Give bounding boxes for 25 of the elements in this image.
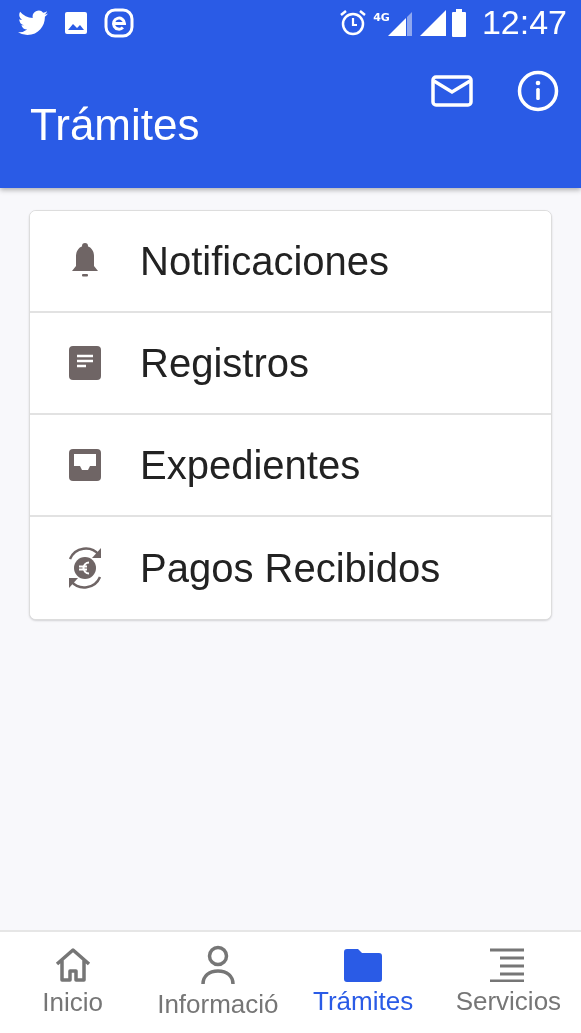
folder-icon bbox=[344, 948, 383, 982]
menu-item[interactable]: Pagos Recibidos bbox=[30, 517, 551, 619]
nav-tab[interactable]: Servicios bbox=[435, 932, 581, 1033]
menu-item[interactable]: Notificaciones bbox=[30, 211, 551, 313]
info-icon[interactable] bbox=[517, 70, 559, 112]
document-icon bbox=[69, 346, 101, 380]
bell-icon bbox=[69, 242, 101, 280]
network-type: 4G bbox=[373, 11, 390, 24]
inbox-icon bbox=[69, 449, 101, 481]
alarm-icon bbox=[339, 8, 368, 37]
image-icon bbox=[64, 10, 88, 35]
list-icon bbox=[490, 948, 527, 982]
signal-icon bbox=[419, 9, 446, 36]
clock-time: 12:47 bbox=[481, 3, 567, 42]
mail-icon[interactable] bbox=[431, 75, 473, 107]
menu-item[interactable]: Registros bbox=[30, 313, 551, 415]
nav-tab[interactable]: Informació bbox=[145, 932, 291, 1033]
person-icon bbox=[199, 945, 236, 985]
nav-tab[interactable]: Inicio bbox=[0, 932, 146, 1033]
menu-item[interactable]: Expedientes bbox=[30, 415, 551, 517]
nav-tab[interactable]: Trámites bbox=[290, 932, 436, 1033]
page-title: Trámites bbox=[30, 100, 200, 150]
bird-icon bbox=[18, 9, 48, 36]
letter-e-icon bbox=[104, 7, 134, 38]
battery-icon bbox=[451, 8, 466, 37]
